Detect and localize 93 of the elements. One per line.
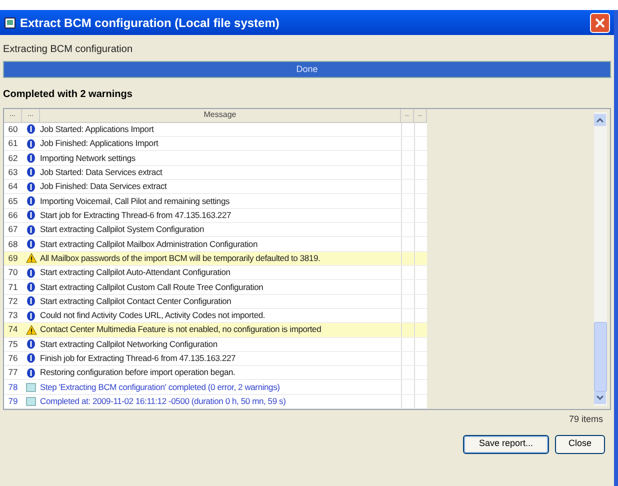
log-message: Finish job for Extracting Thread-6 from 47.135.163.227 (40, 352, 237, 365)
row-number: 72 (7, 294, 19, 308)
info-icon (26, 196, 36, 206)
log-row[interactable]: 76 Finish job for Extracting Thread-6 from 47.135.163.227 (4, 352, 427, 366)
row-number: 78 (7, 380, 19, 394)
log-message: Importing Voicemail, Call Pilot and remaining settings (40, 194, 231, 208)
row-number: 69 (7, 252, 19, 265)
info-icon (26, 153, 36, 164)
scroll-up-icon[interactable] (594, 114, 606, 126)
log-row[interactable]: 75 Start extracting Callpilot Networking Configuration (4, 338, 427, 352)
scrollbar[interactable] (594, 112, 607, 406)
log-message: Step 'Extracting BCM configuration' completed (0 error, 2 warnings) (40, 380, 281, 394)
info-icon (26, 282, 36, 292)
row-number: 67 (7, 223, 19, 236)
info-icon (26, 268, 36, 278)
info-icon (26, 353, 36, 364)
log-message: All Mailbox passwords of the import BCM will be temporarily defaulted to 3819. (40, 252, 322, 265)
warning-icon (26, 324, 36, 335)
log-message: Start extracting Callpilot Custom Call Route Tree Configuration (40, 280, 264, 294)
log-message: Job Finished: Data Services extract (40, 180, 168, 194)
log-row[interactable]: 79 Completed at: 2009-11-02 16:11:12 -0500 (duration 0 h, 50 mn, 59 s) (4, 394, 427, 410)
log-row[interactable]: 78 Step 'Extracting BCM configuration' completed (0 error, 2 warnings) (4, 380, 427, 395)
column-header[interactable]: Message (40, 109, 401, 122)
log-row[interactable]: 72 Start extracting Callpilot Contact Center Configuration (4, 294, 427, 309)
row-number: 62 (7, 152, 19, 164)
log-message: Start extracting Callpilot System Configuration (40, 223, 205, 236)
log-row[interactable]: 65 Importing Voicemail, Call Pilot and remaining settings (4, 194, 427, 209)
log-row[interactable]: 62 Importing Network settings (4, 151, 427, 166)
row-number: 63 (7, 166, 19, 179)
app-icon (4, 16, 16, 28)
log-row[interactable]: 69 All Mailbox passwords of the import BCM will be temporarily defaulted to 3819. (4, 252, 427, 266)
log-row[interactable]: 68 Start extracting Callpilot Mailbox Administration Configuration (4, 237, 427, 252)
log-message: Restoring configuration before import operation began. (40, 366, 236, 380)
info-icon (26, 296, 36, 306)
log-row[interactable]: 71 Start extracting Callpilot Custom Call Route Tree Configuration (4, 280, 427, 295)
log-row[interactable]: 74 Contact Center Multimedia Feature is not enabled, no configuration is imported (4, 323, 427, 338)
scroll-thumb[interactable] (594, 322, 607, 392)
row-number: 61 (7, 137, 19, 150)
info-icon (26, 210, 36, 220)
scroll-down-icon[interactable] (594, 392, 606, 404)
info-icon (26, 124, 36, 134)
progress-text: Done (295, 62, 319, 76)
row-number: 74 (7, 323, 19, 336)
row-number: 76 (7, 352, 19, 365)
info-icon (26, 238, 36, 249)
row-number: 68 (7, 238, 19, 250)
log-message: Importing Network settings (40, 152, 136, 164)
result-label: Completed with 2 warnings (3, 88, 134, 101)
log-message: Start job for Extracting Thread-6 from 47.135.163.227 (40, 208, 232, 222)
log-row[interactable]: 60 Job Started: Applications Import (4, 122, 427, 138)
log-message: Job Finished: Applications Import (40, 137, 160, 150)
log-message: Start extracting Callpilot Networking Configuration (40, 338, 218, 351)
log-row[interactable]: 70 Start extracting Callpilot Auto-Attendant Configuration (4, 266, 427, 280)
row-number: 75 (7, 338, 19, 351)
dialog-button[interactable]: Close (555, 434, 605, 454)
log-row[interactable]: 66 Start job for Extracting Thread-6 from 47.135.163.227 (4, 208, 427, 223)
info-icon (26, 310, 36, 321)
log-message: Start extracting Callpilot Mailbox Administration Configuration (40, 238, 258, 250)
row-number: 64 (7, 180, 19, 194)
info-icon (26, 138, 36, 149)
info-icon (26, 167, 36, 178)
row-number: 71 (7, 280, 19, 294)
row-number: 65 (7, 194, 19, 208)
window-title: Extract BCM configuration (Local file system) (20, 14, 280, 32)
info-icon (26, 224, 36, 235)
row-number: 79 (7, 395, 19, 408)
log-message: Start extracting Callpilot Contact Center Configuration (40, 294, 232, 308)
log-row[interactable]: 73 Could not find Activity Codes URL, Activity Codes not imported. (4, 308, 427, 324)
task-label: Extracting BCM configuration (3, 43, 134, 55)
log-message: Completed at: 2009-11-02 16:11:12 -0500 (duration 0 h, 50 mn, 59 s) (40, 395, 287, 408)
log-row[interactable]: 77 Restoring configuration before import operation began. (4, 366, 427, 380)
log-message: Job Started: Data Services extract (40, 166, 164, 179)
warning-icon (26, 253, 36, 264)
info-icon (26, 339, 36, 350)
row-number: 70 (7, 266, 19, 279)
log-row[interactable]: 64 Job Finished: Data Services extract (4, 180, 427, 194)
log-message: Start extracting Callpilot Auto-Attendant Configuration (40, 266, 232, 279)
row-number: 73 (7, 309, 19, 322)
log-row[interactable]: 67 Start extracting Callpilot System Configuration (4, 223, 427, 238)
log-message: Job Started: Applications Import (40, 123, 155, 136)
log-row[interactable]: 61 Job Finished: Applications Import (4, 137, 427, 152)
close-icon (595, 18, 605, 28)
row-number: 77 (7, 366, 19, 380)
close-button[interactable] (590, 12, 610, 32)
log-message: Could not find Activity Codes URL, Activity Codes not imported. (40, 309, 266, 322)
item-count: 79 items (568, 413, 603, 426)
info-icon (26, 368, 36, 378)
info-icon (26, 182, 36, 192)
log-message: Contact Center Multimedia Feature is not enabled, no configuration is imported (40, 323, 322, 336)
row-number: 66 (7, 208, 19, 222)
dialog-button[interactable]: Save report... (463, 434, 549, 454)
log-row[interactable]: 63 Job Started: Data Services extract (4, 166, 427, 180)
row-number: 60 (7, 123, 19, 136)
